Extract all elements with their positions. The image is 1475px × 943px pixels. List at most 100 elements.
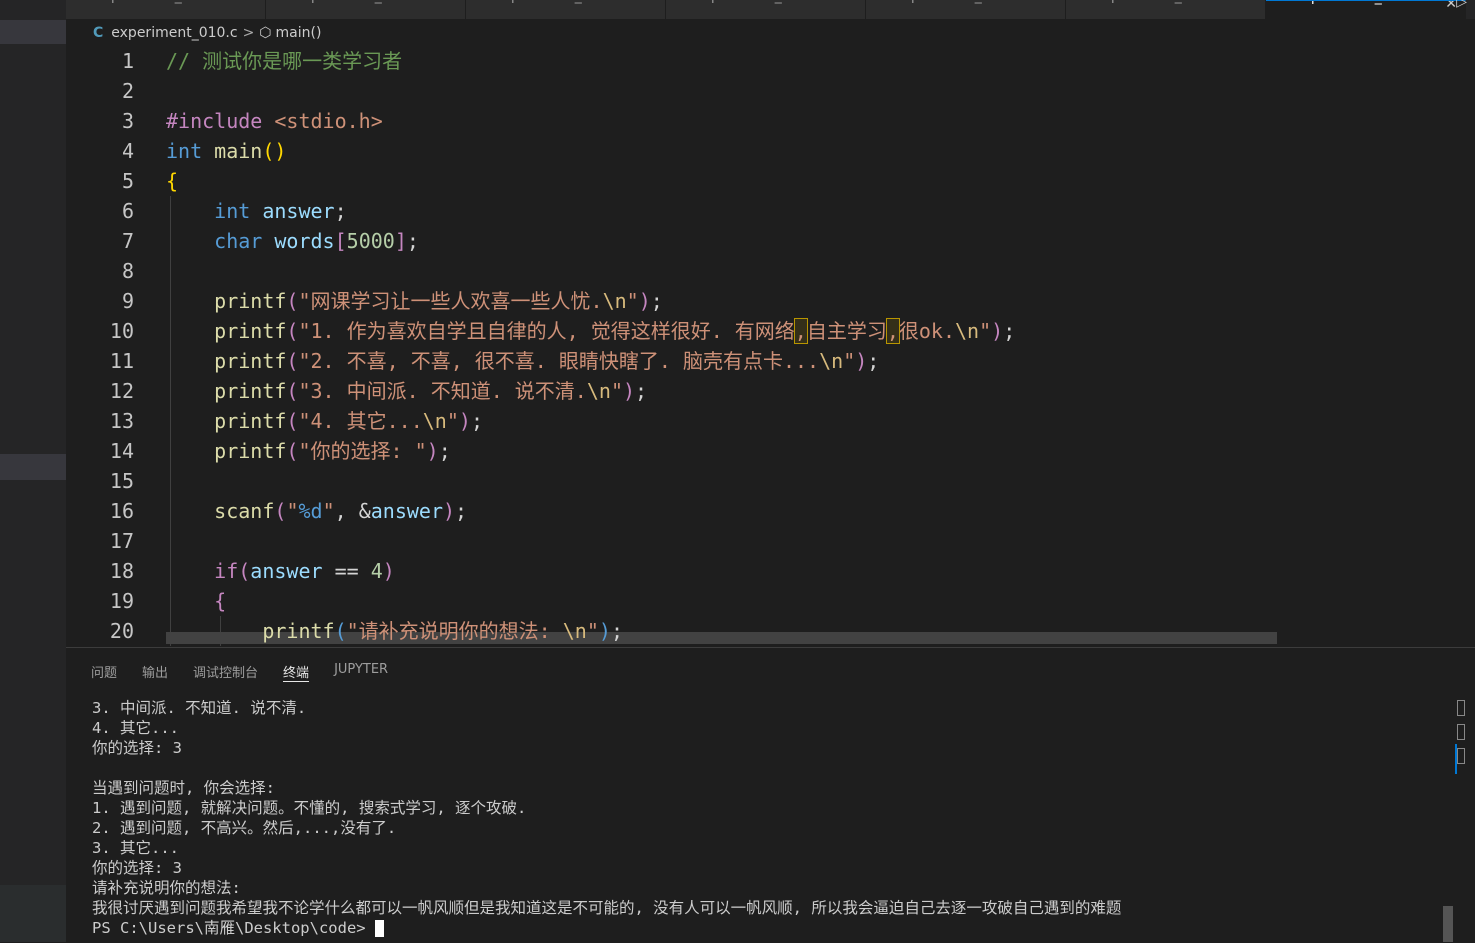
code-line[interactable]: 13 printf("4. 其它...\n"); xyxy=(66,406,1466,436)
editor-tab[interactable]: Cexperiment_005.c xyxy=(266,0,466,19)
panel-tab[interactable]: 输出 xyxy=(142,648,168,688)
code-line[interactable]: 3 #include <stdio.h> xyxy=(66,106,1466,136)
line-number: 12 xyxy=(109,379,134,403)
code-token: #include xyxy=(166,109,275,133)
terminal-line: 4. 其它... xyxy=(92,719,179,737)
code-token: ( xyxy=(286,319,299,343)
panel-tab[interactable]: 终端 xyxy=(283,648,310,682)
code-token: " xyxy=(843,349,856,373)
code-line[interactable]: 5{ xyxy=(66,166,1466,196)
terminal-prompt-line[interactable]: PS C:\Users\南雁\Desktop\code> xyxy=(92,918,1121,938)
panel-tab[interactable]: JUPYTER xyxy=(334,648,388,688)
code-line[interactable]: 10 printf("1. 作为喜欢自学且自律的人, 觉得这样很好. 有网络,自… xyxy=(66,316,1466,346)
code-line[interactable]: 19 { xyxy=(66,586,1466,616)
side-bar-bottom xyxy=(0,885,66,942)
code-token: answer xyxy=(250,559,323,583)
side-bar xyxy=(0,0,66,942)
code-token: ) xyxy=(598,619,611,643)
panel-tab[interactable]: 问题 xyxy=(91,648,117,688)
side-bar-highlight xyxy=(0,20,66,44)
code-token: printf xyxy=(214,379,287,403)
code-token: \n xyxy=(562,619,587,643)
code-line[interactable]: 2 xyxy=(66,76,1466,106)
code-line[interactable]: 12 printf("3. 中间派. 不知道. 说不清.\n"); xyxy=(66,376,1466,406)
editor-tab-label: experiment_007.c xyxy=(694,0,820,4)
side-bar-selected-row[interactable] xyxy=(0,454,66,480)
code-token: printf xyxy=(214,319,287,343)
editor-tab[interactable]: Cexperiment_008.c xyxy=(866,0,1066,19)
code-token: "你的选择: " xyxy=(298,439,427,463)
line-number: 15 xyxy=(109,469,134,493)
code-token: <stdio.h> xyxy=(274,109,383,133)
code-line[interactable]: 18 if(answer == 4) xyxy=(66,556,1466,586)
c-file-icon: C xyxy=(278,0,288,4)
code-token: int xyxy=(214,199,263,223)
code-text: printf("你的选择: "); xyxy=(166,436,451,466)
code-line[interactable]: 14 printf("你的选择: "); xyxy=(66,436,1466,466)
code-token: ( xyxy=(286,439,299,463)
code-text: scanf("%d", &answer); xyxy=(166,496,467,526)
editor-tab-text: Cexperiment_009.c xyxy=(1078,0,1221,4)
code-token: \n xyxy=(955,319,980,343)
code-line[interactable]: 6 int answer; xyxy=(66,196,1466,226)
editor-tab-text: Cexperiment_010.c xyxy=(1278,1,1421,5)
code-token: \n xyxy=(819,349,844,373)
code-text: // 测试你是哪一类学习者 xyxy=(166,46,402,76)
line-number: 2 xyxy=(121,79,134,103)
line-number: 19 xyxy=(109,589,134,613)
code-line[interactable]: 11 printf("2. 不喜, 不喜, 很不喜. 眼睛快瞎了. 脑壳有点卡.… xyxy=(66,346,1466,376)
terminal-instance-icon[interactable] xyxy=(1457,724,1465,740)
line-number: 9 xyxy=(121,289,134,313)
terminal-line: 你的选择: 3 xyxy=(92,739,182,757)
code-line[interactable]: 15 xyxy=(66,466,1466,496)
code-text: char words[5000]; xyxy=(166,226,419,256)
editor-tab[interactable]: Cexperiment_005.c xyxy=(66,0,266,19)
editor-tab-text: Cexperiment_005.c xyxy=(278,0,421,4)
terminal-line: 2. 遇到问题, 不高兴。然后,...,没有了. xyxy=(92,819,397,837)
code-line[interactable]: 16 scanf("%d", &answer); xyxy=(66,496,1466,526)
code-token: ; xyxy=(650,289,663,313)
code-line[interactable]: 4 int main() xyxy=(66,136,1466,166)
code-text: { xyxy=(166,586,226,616)
code-token: () xyxy=(262,139,287,163)
code-token: " xyxy=(586,619,599,643)
code-token: printf xyxy=(214,349,287,373)
terminal-line: 当遇到问题时, 你会选择: xyxy=(92,779,275,797)
code-token: "请补充说明你的想法: xyxy=(346,619,563,643)
code-line[interactable]: 20 printf("请补充说明你的想法: \n"); xyxy=(66,616,1466,646)
editor-tab[interactable]: Cexperiment_006.c xyxy=(466,0,666,19)
code-token: ) xyxy=(426,439,439,463)
terminal-output[interactable]: 3. 中间派. 不知道. 说不清. 4. 其它... 你的选择: 3 当遇到问题时, … xyxy=(92,698,1121,938)
terminal-instance-icon[interactable] xyxy=(1457,700,1465,716)
breadcrumb-symbol[interactable]: main() xyxy=(276,25,322,41)
line-number: 16 xyxy=(109,499,134,523)
code-line[interactable]: 8 xyxy=(66,256,1466,286)
editor-tab[interactable]: Cexperiment_010.c✕ xyxy=(1266,0,1466,19)
terminal-scrollbar[interactable] xyxy=(1443,906,1453,942)
code-line[interactable]: 17 xyxy=(66,526,1466,556)
code-line[interactable]: 9 printf("网课学习让一些人欢喜一些人忧.\n"); xyxy=(66,286,1466,316)
code-line[interactable]: 1 // 测试你是哪一类学习者 xyxy=(66,46,1466,76)
editor-tab[interactable]: Cexperiment_009.c xyxy=(1066,0,1266,19)
code-editor[interactable]: 1 // 测试你是哪一类学习者 2 3 #include <stdio.h> 4 int m… xyxy=(66,46,1475,646)
editor-tab-bar: Cexperiment_005.cCexperiment_005.cCexper… xyxy=(66,0,1475,19)
symbol-method-icon: ⬡ xyxy=(259,25,272,41)
terminal-instance-icon[interactable] xyxy=(1457,748,1465,764)
code-token: char xyxy=(214,229,275,253)
code-token: " xyxy=(979,319,992,343)
code-token: "网课学习让一些人欢喜一些人忧. xyxy=(298,289,603,313)
terminal-line: 请补充说明你的想法: xyxy=(92,879,241,897)
code-token: ; xyxy=(438,439,451,463)
panel-tab[interactable]: 调试控制台 xyxy=(193,648,258,688)
breadcrumb-file[interactable]: experiment_010.c xyxy=(111,25,237,41)
code-line[interactable]: 7 char words[5000]; xyxy=(66,226,1466,256)
editor-tab[interactable]: Cexperiment_007.c xyxy=(666,0,866,19)
code-token: ) xyxy=(443,499,456,523)
run-icon[interactable]: ▷ xyxy=(1456,0,1467,10)
code-text: printf("网课学习让一些人欢喜一些人忧.\n"); xyxy=(166,286,663,316)
code-text: int main() xyxy=(166,136,286,166)
